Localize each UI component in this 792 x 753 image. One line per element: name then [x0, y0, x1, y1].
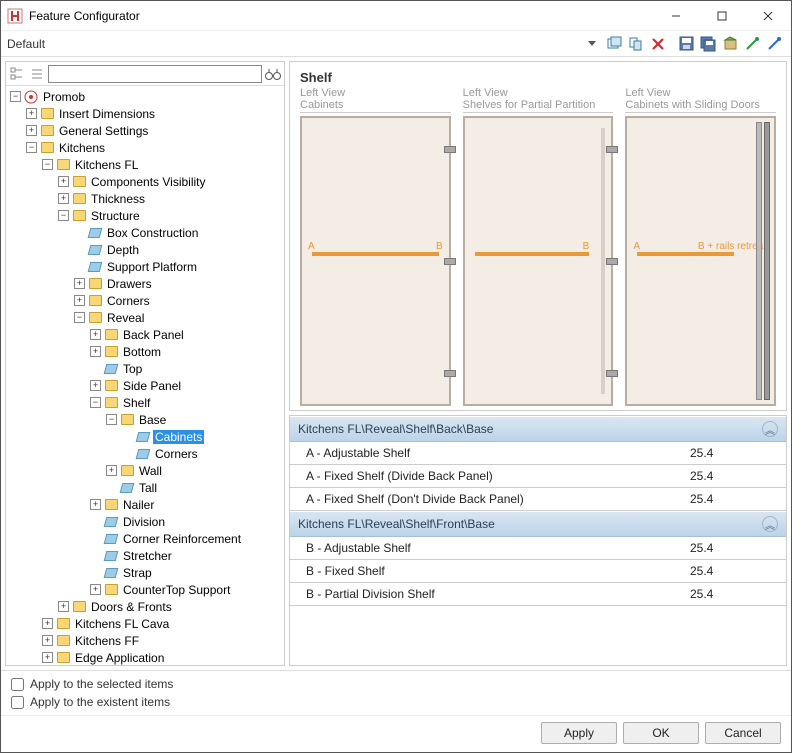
close-button[interactable]: [745, 1, 791, 31]
config-dropdown-icon[interactable]: [587, 36, 597, 52]
property-row[interactable]: A - Adjustable Shelf25.4: [290, 442, 786, 465]
tree-kitchens-fl-cava[interactable]: +Kitchens FL Cava: [42, 615, 282, 632]
tree-wall[interactable]: +Wall: [106, 462, 282, 479]
tree-countertop-support[interactable]: +CounterTop Support: [90, 581, 282, 598]
property-row[interactable]: A - Fixed Shelf (Divide Back Panel)25.4: [290, 465, 786, 488]
package-icon[interactable]: [721, 35, 739, 53]
tree-base[interactable]: −Base: [106, 411, 282, 428]
binoculars-icon[interactable]: [264, 65, 282, 83]
cabinet-image-1: A B: [300, 116, 451, 406]
search-row: [6, 62, 284, 86]
apply-button[interactable]: Apply: [541, 722, 617, 744]
title-bar: Feature Configurator: [1, 1, 791, 31]
tree-back-panel[interactable]: +Back Panel: [90, 326, 282, 343]
tree-thickness[interactable]: +Thickness: [58, 190, 282, 207]
tree-shelf[interactable]: −Shelf: [90, 394, 282, 411]
list-view-icon[interactable]: [28, 65, 46, 83]
tree-edge-application[interactable]: +Edge Application: [42, 649, 282, 665]
toolbar: Default: [1, 31, 791, 57]
tree-kitchens[interactable]: −Kitchens: [26, 139, 282, 156]
right-pane: Shelf Left View Cabinets A B Left View S…: [289, 61, 787, 666]
minimize-button[interactable]: [653, 1, 699, 31]
property-row[interactable]: A - Fixed Shelf (Don't Divide Back Panel…: [290, 488, 786, 511]
tree-insert-dimensions[interactable]: +Insert Dimensions: [26, 105, 282, 122]
cabinet-image-2: B: [463, 116, 614, 406]
tree-kitchens-ff[interactable]: +Kitchens FF: [42, 632, 282, 649]
property-row[interactable]: B - Partial Division Shelf25.4: [290, 583, 786, 606]
maximize-button[interactable]: [699, 1, 745, 31]
tree-stretcher[interactable]: Stretcher: [90, 547, 282, 564]
tree-nailer[interactable]: +Nailer: [90, 496, 282, 513]
collapse-icon[interactable]: ︽: [762, 516, 778, 532]
globe-icon: [24, 90, 38, 104]
tree-drawers[interactable]: +Drawers: [74, 275, 282, 292]
group-header-1[interactable]: Kitchens FL\Reveal\Shelf\Front\Base︽: [290, 511, 786, 537]
tree-box-construction[interactable]: Box Construction: [74, 224, 282, 241]
group-header-0[interactable]: Kitchens FL\Reveal\Shelf\Back\Base︽: [290, 416, 786, 442]
tree-pane: −Promob +Insert Dimensions +General Sett…: [5, 61, 285, 666]
dialog-buttons: Apply OK Cancel: [1, 715, 791, 752]
tree-corners[interactable]: +Corners: [74, 292, 282, 309]
bottom-options: Apply to the selected items Apply to the…: [1, 670, 791, 715]
apply-selected-checkbox[interactable]: Apply to the selected items: [11, 677, 781, 691]
preview-panel: Shelf Left View Cabinets A B Left View S…: [289, 61, 787, 411]
tree-division[interactable]: Division: [90, 513, 282, 530]
tree-cabinets[interactable]: Cabinets: [122, 428, 282, 445]
tree-strap[interactable]: Strap: [90, 564, 282, 581]
collapse-icon[interactable]: ︽: [762, 421, 778, 437]
tree-depth[interactable]: Depth: [74, 241, 282, 258]
tree-tall[interactable]: Tall: [106, 479, 282, 496]
tree-kitchens-fl[interactable]: −Kitchens FL: [42, 156, 282, 173]
tree-top[interactable]: Top: [90, 360, 282, 377]
tree-bottom[interactable]: +Bottom: [90, 343, 282, 360]
tree-structure[interactable]: −Structure: [58, 207, 282, 224]
tree-corner-reinforcement[interactable]: Corner Reinforcement: [90, 530, 282, 547]
window-title: Feature Configurator: [29, 9, 653, 23]
main-area: −Promob +Insert Dimensions +General Sett…: [1, 57, 791, 670]
copy-icon[interactable]: [627, 35, 645, 53]
cancel-button[interactable]: Cancel: [705, 722, 781, 744]
tree-view-icon[interactable]: [8, 65, 26, 83]
app-icon: [7, 8, 23, 24]
tree-root[interactable]: −Promob: [10, 88, 282, 105]
ok-button[interactable]: OK: [623, 722, 699, 744]
delete-icon[interactable]: [649, 35, 667, 53]
tree-view[interactable]: −Promob +Insert Dimensions +General Sett…: [6, 86, 284, 665]
tree-reveal[interactable]: −Reveal: [74, 309, 282, 326]
property-row[interactable]: B - Fixed Shelf25.4: [290, 560, 786, 583]
apply-existent-checkbox[interactable]: Apply to the existent items: [11, 695, 781, 709]
tree-components-visibility[interactable]: +Components Visibility: [58, 173, 282, 190]
pin-green-icon[interactable]: [743, 35, 761, 53]
preview-col-3: Left View Cabinets with Sliding Doors A …: [625, 87, 776, 406]
save-all-icon[interactable]: [699, 35, 717, 53]
tree-doors-fronts[interactable]: +Doors & Fronts: [58, 598, 282, 615]
new-window-icon[interactable]: [605, 35, 623, 53]
preview-title: Shelf: [300, 70, 776, 85]
tree-corners2[interactable]: Corners: [122, 445, 282, 462]
save-icon[interactable]: [677, 35, 695, 53]
tree-general-settings[interactable]: +General Settings: [26, 122, 282, 139]
tree-support-platform[interactable]: Support Platform: [74, 258, 282, 275]
properties-panel: Kitchens FL\Reveal\Shelf\Back\Base︽ A - …: [289, 415, 787, 666]
pin-blue-icon[interactable]: [765, 35, 783, 53]
cabinet-image-3: A B + rails retreat: [625, 116, 776, 406]
search-input[interactable]: [48, 65, 262, 83]
preview-col-2: Left View Shelves for Partial Partition …: [463, 87, 614, 406]
property-row[interactable]: B - Adjustable Shelf25.4: [290, 537, 786, 560]
config-name-label: Default: [7, 37, 587, 51]
tree-side-panel[interactable]: +Side Panel: [90, 377, 282, 394]
preview-col-1: Left View Cabinets A B: [300, 87, 451, 406]
